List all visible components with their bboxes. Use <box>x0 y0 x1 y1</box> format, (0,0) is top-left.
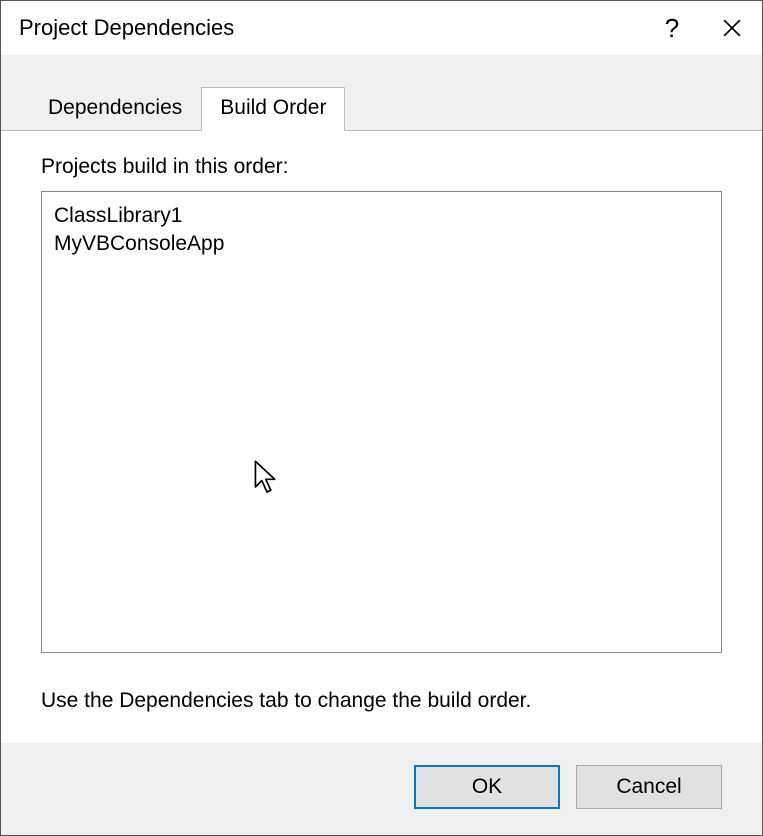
tab-strip: Dependencies Build Order <box>1 55 762 130</box>
tab-build-order-label: Build Order <box>220 96 326 119</box>
list-item[interactable]: MyVBConsoleApp <box>54 230 709 258</box>
tab-dependencies[interactable]: Dependencies <box>29 87 201 130</box>
dialog-button-row: OK Cancel <box>1 743 762 835</box>
client-area: Dependencies Build Order Projects build … <box>1 55 762 835</box>
titlebar: Project Dependencies ? <box>1 1 762 55</box>
tab-dependencies-label: Dependencies <box>48 96 182 119</box>
help-icon: ? <box>665 13 679 44</box>
tab-build-order[interactable]: Build Order <box>201 87 345 131</box>
build-order-list-label: Projects build in this order: <box>41 155 722 179</box>
list-item[interactable]: ClassLibrary1 <box>54 202 709 230</box>
project-dependencies-dialog: Project Dependencies ? Dependencies Buil… <box>0 0 763 836</box>
build-order-panel: Projects build in this order: ClassLibra… <box>1 130 762 743</box>
help-button[interactable]: ? <box>642 1 702 55</box>
ok-button[interactable]: OK <box>414 765 560 809</box>
cancel-button[interactable]: Cancel <box>576 765 722 809</box>
dialog-title: Project Dependencies <box>19 15 642 41</box>
close-button[interactable] <box>702 1 762 55</box>
close-icon <box>723 19 741 37</box>
build-order-list[interactable]: ClassLibrary1 MyVBConsoleApp <box>41 191 722 653</box>
build-order-hint: Use the Dependencies tab to change the b… <box>41 689 722 713</box>
